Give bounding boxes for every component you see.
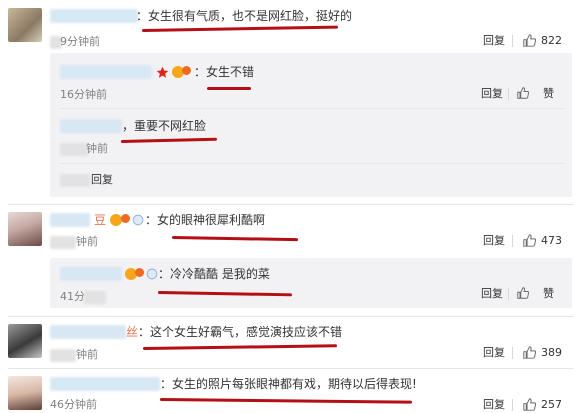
thumbs-up-icon[interactable] [523,34,536,47]
username[interactable] [50,9,138,23]
thumbs-up-icon[interactable] [517,87,529,99]
highlight-underline [159,398,413,404]
divider [508,88,509,100]
comment-text: ：女的眼神很犀利酷啊 [145,213,266,227]
divider [512,35,513,47]
divider [508,288,509,300]
verified-icon [146,268,158,280]
username-suffix[interactable]: 丝 [126,324,138,340]
comment-divider [8,368,574,369]
divider [512,235,513,247]
reply-username[interactable] [60,119,122,133]
highlight-underline [171,236,299,242]
comment-time: 46分钟前 [50,398,97,411]
star-icon [156,66,169,78]
comment-text: ：女生很有气质，也不是网红脸，挺好的 [136,9,353,23]
member-badge-icon [135,268,144,277]
comment-divider [8,204,574,205]
thumbs-up-icon[interactable] [517,287,529,299]
comment-text: ：这个女生好霸气，感觉演技应该不错 [138,325,343,339]
avatar[interactable] [8,324,42,358]
time-blur [50,349,76,362]
reply-button[interactable]: 回复 [483,34,505,48]
comment-text: ：女生的照片每张眼神都有戏，期待以后得表现! [160,377,417,391]
reply-button[interactable]: 回复 [483,234,505,248]
divider [512,347,513,359]
like-label[interactable]: 赞 [543,87,554,101]
member-badge-icon [121,214,130,223]
avatar[interactable] [8,212,42,246]
reply-button[interactable]: 回复 [483,346,505,360]
reply-username[interactable] [60,267,122,281]
more-replies-blur [60,174,90,187]
comment-time: 钟前 [76,348,98,361]
verified-icon [132,214,144,226]
reply-button[interactable]: 回复 [481,287,503,301]
avatar[interactable] [8,376,42,410]
highlight-underline [141,25,338,32]
reply-divider [60,163,564,164]
comment-divider [8,316,574,317]
reply-username[interactable] [60,65,152,79]
username[interactable] [50,325,126,339]
like-count: 473 [541,234,562,247]
like-label[interactable]: 赞 [543,287,554,301]
reply-time: 41分 [60,290,85,303]
username[interactable] [50,213,90,227]
thumbs-up-icon[interactable] [523,398,536,411]
thumbs-up-icon[interactable] [523,234,536,247]
username-suffix[interactable]: 豆 [94,212,106,228]
vip-badge-icon [110,214,122,226]
avatar[interactable] [8,8,42,42]
reply-text: ：冷冷酷酷 是我的菜 [158,267,270,281]
like-count: 389 [541,346,562,359]
reply-time: 钟前 [86,142,108,155]
reply-button[interactable]: 回复 [481,87,503,101]
thumbs-up-icon[interactable] [523,346,536,359]
more-replies-link[interactable]: 回复 [91,173,113,187]
time-blur [50,236,76,249]
divider [512,399,513,411]
reply-text: ，重要不网红脸 [122,119,207,133]
like-count: 257 [541,398,562,411]
time-blur [84,291,106,304]
time-blur [60,143,88,156]
member-badge-icon [182,66,191,75]
like-count: 822 [541,34,562,47]
comment-time: 钟前 [76,235,98,248]
reply-text: ：女生不错 [194,65,255,79]
reply-divider [60,108,564,109]
highlight-underline [142,344,338,350]
highlight-underline [207,87,251,90]
reply-button[interactable]: 回复 [483,398,505,412]
comment-time: 9分钟前 [60,35,100,48]
reply-time: 16分钟前 [60,88,107,101]
username[interactable] [50,377,160,391]
